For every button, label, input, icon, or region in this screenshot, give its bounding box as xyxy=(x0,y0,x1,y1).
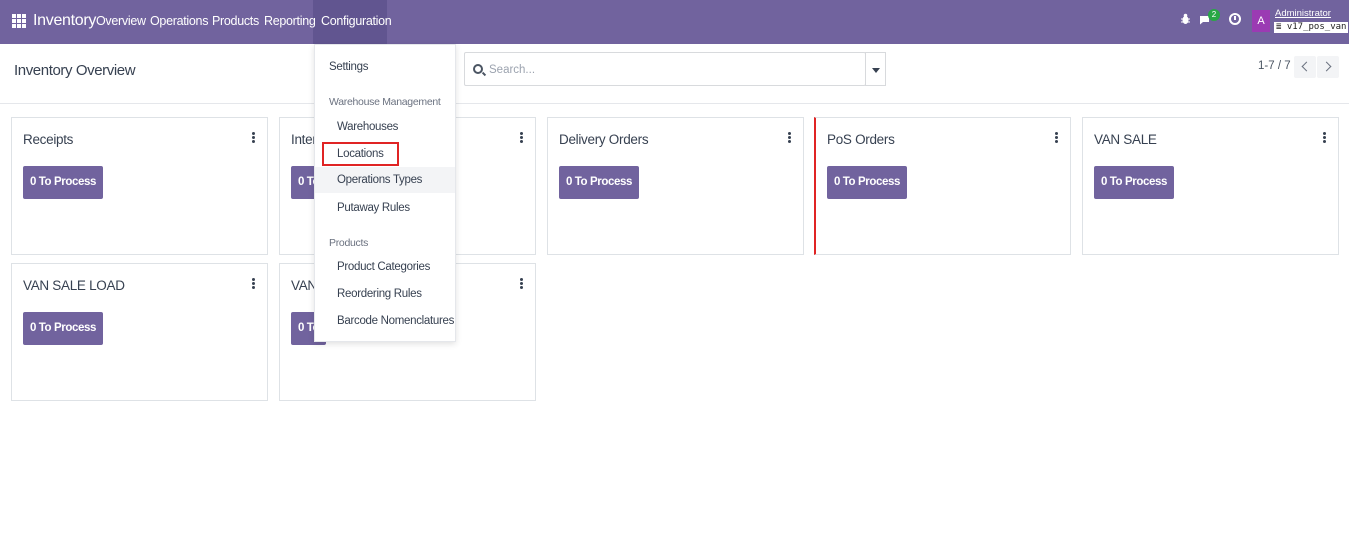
card-receipts: Receipts 0 To Process xyxy=(11,117,268,255)
to-process-button[interactable]: 0 To Process xyxy=(23,166,103,199)
database-icon: ≣ xyxy=(1276,22,1282,32)
to-process-button[interactable]: 0 To Process xyxy=(559,166,639,199)
database-name: v17_pos_van xyxy=(1286,22,1347,32)
card-title[interactable]: PoS Orders xyxy=(827,132,895,147)
card-van-sale-load: VAN SALE LOAD 0 To Process xyxy=(11,263,268,401)
configuration-dropdown: Settings Warehouse Management Warehouses… xyxy=(314,44,456,342)
card-title[interactable]: Delivery Orders xyxy=(559,132,649,147)
menu-item-putaway-rules[interactable]: Putaway Rules xyxy=(315,195,455,221)
menu-item-operations-types[interactable]: Operations Types xyxy=(315,167,455,193)
chat-count-badge: 2 xyxy=(1208,9,1220,21)
search-icon xyxy=(473,64,483,74)
to-process-button[interactable]: 0 To Process xyxy=(827,166,907,199)
search-box[interactable] xyxy=(464,52,866,86)
avatar[interactable]: A xyxy=(1252,10,1270,32)
top-navbar: Inventory Overview Operations Products R… xyxy=(0,0,1349,44)
menu-reporting[interactable]: Reporting xyxy=(264,14,316,28)
chevron-right-icon xyxy=(1321,61,1332,72)
menu-overview[interactable]: Overview xyxy=(96,14,146,28)
to-process-button[interactable]: 0 To Process xyxy=(23,312,103,345)
clock-icon[interactable] xyxy=(1229,13,1241,25)
card-title[interactable]: VAN SALE xyxy=(1094,132,1157,147)
apps-grid-icon[interactable] xyxy=(12,14,26,28)
section-header-warehouse: Warehouse Management xyxy=(329,96,441,108)
card-pos-orders: PoS Orders 0 To Process xyxy=(814,117,1071,255)
chevron-left-icon xyxy=(1301,61,1312,72)
card-title[interactable]: VAN SALE LOAD xyxy=(23,278,125,293)
card-delivery-orders: Delivery Orders 0 To Process xyxy=(547,117,804,255)
menu-item-settings[interactable]: Settings xyxy=(315,54,455,80)
menu-configuration[interactable]: Configuration xyxy=(321,14,392,28)
to-process-button[interactable]: 0 To Process xyxy=(1094,166,1174,199)
kebab-menu-icon[interactable] xyxy=(520,132,523,143)
pager-value[interactable]: 1-7 / 7 xyxy=(1258,60,1291,72)
card-title[interactable]: Receipts xyxy=(23,132,73,147)
app-name[interactable]: Inventory xyxy=(33,12,96,30)
menu-item-warehouses[interactable]: Warehouses xyxy=(315,114,455,140)
bug-icon[interactable] xyxy=(1181,13,1190,25)
kebab-menu-icon[interactable] xyxy=(252,278,255,289)
menu-operations[interactable]: Operations xyxy=(150,14,208,28)
control-panel: Inventory Overview 1-7 / 7 xyxy=(0,44,1349,104)
kebab-menu-icon[interactable] xyxy=(520,278,523,289)
kebab-menu-icon[interactable] xyxy=(788,132,791,143)
menu-item-reordering-rules[interactable]: Reordering Rules xyxy=(315,281,455,307)
kebab-menu-icon[interactable] xyxy=(252,132,255,143)
pager-next-button[interactable] xyxy=(1317,56,1339,78)
menu-products[interactable]: Products xyxy=(212,14,259,28)
card-title[interactable]: VAN xyxy=(291,278,317,293)
pager-previous-button[interactable] xyxy=(1294,56,1316,78)
locations-highlight-box xyxy=(322,142,399,166)
database-badge: ≣ v17_pos_van xyxy=(1274,22,1349,33)
user-name[interactable]: Administrator xyxy=(1275,8,1331,19)
section-header-products: Products xyxy=(329,237,369,249)
card-van-sale: VAN SALE 0 To Process xyxy=(1082,117,1339,255)
search-options-toggle[interactable] xyxy=(865,52,886,86)
search-input[interactable] xyxy=(489,60,829,80)
kebab-menu-icon[interactable] xyxy=(1323,132,1326,143)
card-title[interactable]: Inter xyxy=(291,132,317,147)
menu-item-product-categories[interactable]: Product Categories xyxy=(315,254,455,280)
page-title: Inventory Overview xyxy=(14,62,136,79)
menu-item-barcode-nomenclatures[interactable]: Barcode Nomenclatures xyxy=(315,308,455,334)
kebab-menu-icon[interactable] xyxy=(1055,132,1058,143)
